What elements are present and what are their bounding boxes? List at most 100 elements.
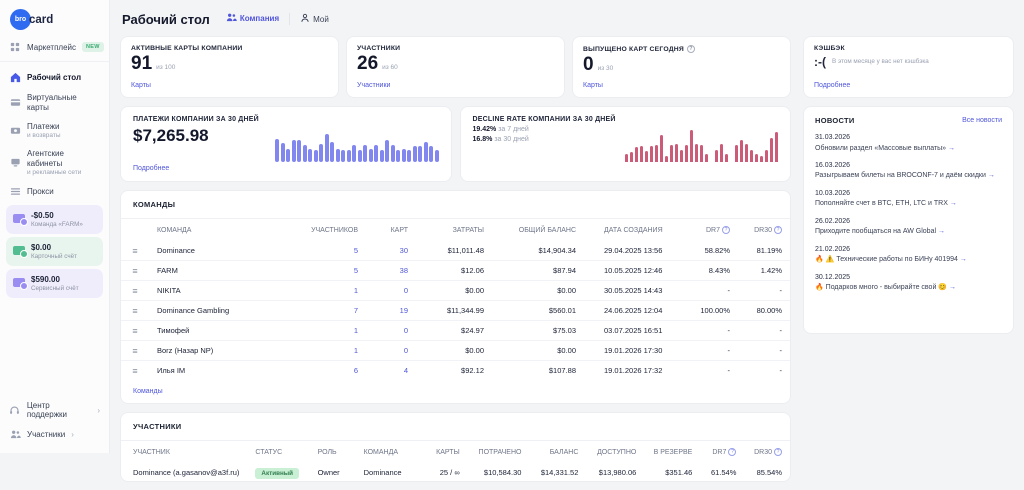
wallet-label: Карточный счёт (31, 253, 77, 260)
payments-details-link[interactable]: Подробнее (133, 165, 259, 172)
stat-link[interactable]: Карты (131, 82, 328, 89)
payments-bar (391, 145, 395, 162)
team-cards-count[interactable]: 4 (366, 361, 416, 381)
team-name[interactable]: Dominance Gambling (149, 301, 300, 321)
sidebar-item-marketplace[interactable]: МаркетплейсNEW (0, 37, 109, 57)
arrow-right-icon: → (960, 256, 967, 263)
news-item-1[interactable]: 16.03.2026Разыгрываем билеты на BROCONF-… (815, 162, 1002, 181)
team-members-count[interactable]: 1 (300, 321, 366, 341)
drag-handle-icon[interactable]: ≡ (132, 346, 137, 356)
stat-link[interactable]: Участники (357, 82, 554, 89)
teams-title: КОМАНДЫ (121, 191, 790, 219)
nav-divider (0, 61, 109, 62)
sidebar-item-proxy[interactable]: Прокси (0, 181, 109, 202)
drag-handle-icon[interactable]: ≡ (132, 266, 137, 276)
participant-name[interactable]: Dominance (a.gasanov@a3f.ru) (121, 463, 247, 481)
team-members-count[interactable]: 6 (300, 361, 366, 381)
decline-bar (635, 147, 639, 162)
team-created: 29.04.2025 13:56 (584, 241, 684, 261)
tab-company[interactable]: Компания (226, 12, 289, 25)
sidebar-item-payments[interactable]: Платежии возвраты (0, 117, 109, 145)
tab-my[interactable]: Мой (289, 13, 339, 25)
team-name[interactable]: Borz (Назар NP) (149, 341, 300, 361)
sidebar-footer-members[interactable]: Участники› (9, 424, 100, 445)
wallet-item-0[interactable]: -$0.50Команда «FARM» (6, 205, 103, 234)
payments-bar (385, 140, 389, 162)
dr-help-icon[interactable]: ? (728, 448, 736, 456)
drag-handle-icon[interactable]: ≡ (132, 306, 137, 316)
stat-value: 91 (131, 54, 152, 73)
participants-col-карты: КАРТЫ (425, 441, 468, 463)
team-cards-count[interactable]: 0 (366, 281, 416, 301)
team-members-count[interactable]: 1 (300, 281, 366, 301)
wallet-label: Команда «FARM» (31, 221, 83, 228)
cashback-note: В этом месяце у вас нет кэшбэка (832, 58, 929, 66)
team-balance: $75.03 (492, 321, 584, 341)
team-name[interactable]: Dominance (149, 241, 300, 261)
team-members-count[interactable]: 7 (300, 301, 366, 321)
news-item-0[interactable]: 31.03.2026Обновили раздел «Массовые выпл… (815, 134, 1002, 153)
sidebar-footer-support[interactable]: Центр поддержки› (9, 396, 100, 424)
team-spend: $11,011.48 (416, 241, 492, 261)
team-members-count[interactable]: 5 (300, 261, 366, 281)
dr-help-icon[interactable]: ? (774, 448, 782, 456)
sidebar-item-dashboard[interactable]: Рабочий стол (0, 67, 109, 88)
stat-title: АКТИВНЫЕ КАРТЫ КОМПАНИИ (131, 45, 328, 52)
drag-handle-icon[interactable]: ≡ (132, 366, 137, 376)
news-item-5[interactable]: 30.12.2025🔥 Подарков много - выбирайте с… (815, 274, 1002, 293)
payments-bar (286, 149, 290, 162)
sidebar-item-agency[interactable]: Агентские кабинетыи рекламные сети (0, 144, 109, 181)
team-dr7: - (684, 281, 738, 301)
sidebar-item-label: Агентские кабинеты (27, 149, 100, 167)
team-members-count[interactable]: 5 (300, 241, 366, 261)
team-name[interactable]: Тимофей (149, 321, 300, 341)
drag-handle-icon[interactable]: ≡ (132, 326, 137, 336)
team-name[interactable]: NIKITA (149, 281, 300, 301)
team-name[interactable]: Илья IM (149, 361, 300, 381)
team-cards-count[interactable]: 38 (366, 261, 416, 281)
dr-help-icon[interactable]: ? (722, 226, 730, 234)
sidebar-item-label: Маркетплейс (27, 43, 76, 52)
wallet-item-2[interactable]: $590.00Сервисный счёт (6, 269, 103, 298)
drag-handle-icon[interactable]: ≡ (132, 286, 137, 296)
team-spend: $0.00 (416, 341, 492, 361)
stat-link[interactable]: Карты (583, 82, 780, 89)
help-icon[interactable]: ? (687, 45, 695, 53)
news-item-2[interactable]: 10.03.2026Пополняйте счет в BTC, ETH, LT… (815, 190, 1002, 209)
payments-bar (418, 146, 422, 162)
decline-stat-30d: 16.8% за 30 дней (473, 136, 616, 143)
decline-chart-info: DECLINE RATE КОМПАНИИ ЗА 30 ДНЕЙ 19.42% … (473, 116, 616, 172)
dr-help-icon[interactable]: ? (774, 226, 782, 234)
team-cards-count[interactable]: 0 (366, 341, 416, 361)
wallet-text: $590.00Сервисный счёт (31, 275, 79, 292)
team-balance: $0.00 (492, 281, 584, 301)
team-created: 24.06.2025 12:04 (584, 301, 684, 321)
team-cards-count[interactable]: 30 (366, 241, 416, 261)
all-news-link[interactable]: Все новости (962, 117, 1002, 124)
teams-footer-link[interactable]: Команды (121, 380, 790, 403)
team-cards-count[interactable]: 19 (366, 301, 416, 321)
payments-bar (369, 149, 373, 162)
payments-icon (9, 125, 21, 136)
wallet-item-1[interactable]: $0.00Карточный счёт (6, 237, 103, 266)
status-badge: Активный (255, 468, 299, 479)
drag-handle-icon[interactable]: ≡ (132, 246, 137, 256)
cashback-details-link[interactable]: Подробнее (814, 82, 1003, 89)
team-cards-count[interactable]: 0 (366, 321, 416, 341)
team-members-count[interactable]: 1 (300, 341, 366, 361)
proxy-icon (9, 186, 21, 197)
team-spend: $11,344.99 (416, 301, 492, 321)
payments-bar (352, 145, 356, 162)
team-name[interactable]: FARM (149, 261, 300, 281)
news-item-4[interactable]: 21.02.2026🔥 ⚠️ Технические работы по БИН… (815, 246, 1002, 265)
sidebar-item-text: Агентские кабинетыи рекламные сети (27, 149, 100, 176)
payments-bar (336, 149, 340, 162)
teams-col-затраты: ЗАТРАТЫ (416, 219, 492, 241)
stat-of-total: из 60 (382, 64, 398, 71)
decline-bar (630, 152, 634, 162)
sidebar-item-virtual-cards[interactable]: Виртуальные карты (0, 88, 109, 116)
stat-value-row: 0из 30 (583, 55, 780, 74)
news-item-3[interactable]: 26.02.2026Приходите пообщаться на AW Glo… (815, 218, 1002, 237)
brocard-logo[interactable]: bro card (0, 0, 109, 37)
news-header: НОВОСТИ Все новости (815, 116, 1002, 125)
